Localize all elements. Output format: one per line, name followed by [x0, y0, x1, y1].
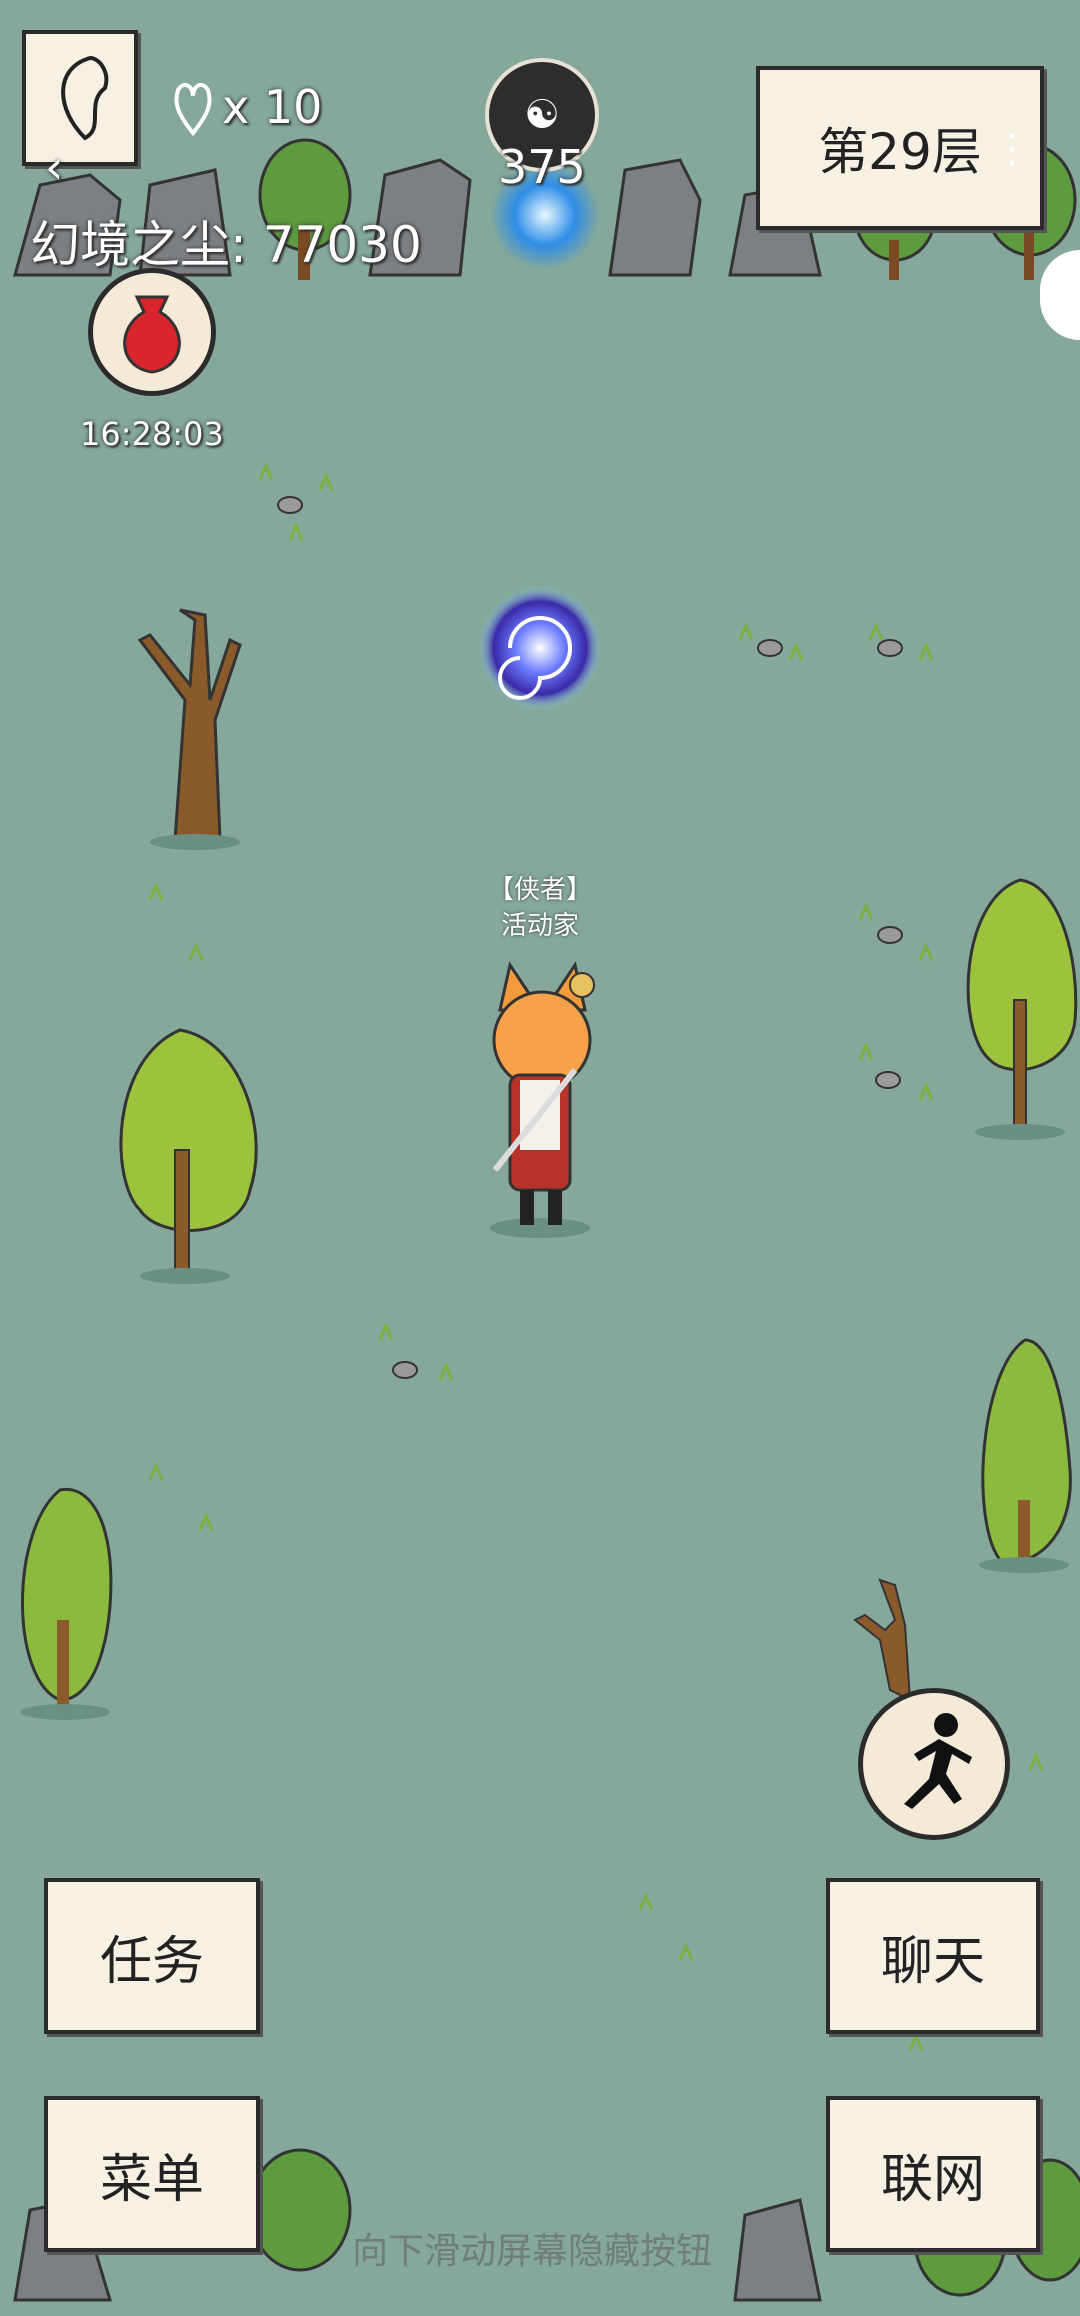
chat-button[interactable]: 聊天	[826, 1878, 1040, 2034]
sprint-button[interactable]	[858, 1688, 1010, 1840]
swipe-hint: 向下滑动屏幕隐藏按钮	[352, 2231, 713, 2272]
menu-label: 菜单	[99, 2149, 204, 2210]
token-count: 375	[498, 140, 586, 194]
right-tree-low	[979, 1338, 1072, 1573]
left-tree-low	[20, 1487, 113, 1720]
right-tree-middle	[966, 878, 1078, 1140]
network-button[interactable]: 联网	[826, 2096, 1040, 2252]
loot-timer: 16:28:03	[80, 415, 224, 453]
more-options-icon[interactable]: ⋮	[992, 129, 1032, 169]
portal-icon[interactable]	[478, 586, 602, 710]
dead-tree	[137, 608, 242, 850]
network-label: 联网	[880, 2149, 985, 2210]
back-icon	[61, 55, 109, 141]
chat-label: 聊天	[880, 1931, 985, 1992]
lives-count: x 10	[222, 80, 323, 134]
dust-counter: 幻境之尘: 77030	[30, 216, 422, 274]
player-nameplate: 【侠者】 活动家	[440, 872, 640, 944]
menu-button[interactable]: 菜单	[44, 2096, 260, 2252]
loot-bag-icon	[123, 295, 181, 374]
player-character[interactable]	[490, 961, 595, 1238]
floor-label: 第29层	[818, 123, 982, 181]
task-label: 任务	[99, 1931, 204, 1992]
player-title: 【侠者】	[487, 875, 592, 905]
left-tree-middle	[119, 1028, 258, 1284]
sprint-icon	[904, 1713, 972, 1809]
loot-bag-button[interactable]	[88, 268, 216, 396]
coin-token-icon: ☯	[524, 92, 560, 138]
player-name: 活动家	[500, 911, 579, 941]
dead-branch	[853, 1578, 912, 1702]
task-button[interactable]: 任务	[44, 1878, 260, 2034]
back-button[interactable]	[22, 30, 138, 166]
heart-icon	[174, 82, 212, 136]
back-chevron[interactable]: ‹	[45, 140, 63, 194]
